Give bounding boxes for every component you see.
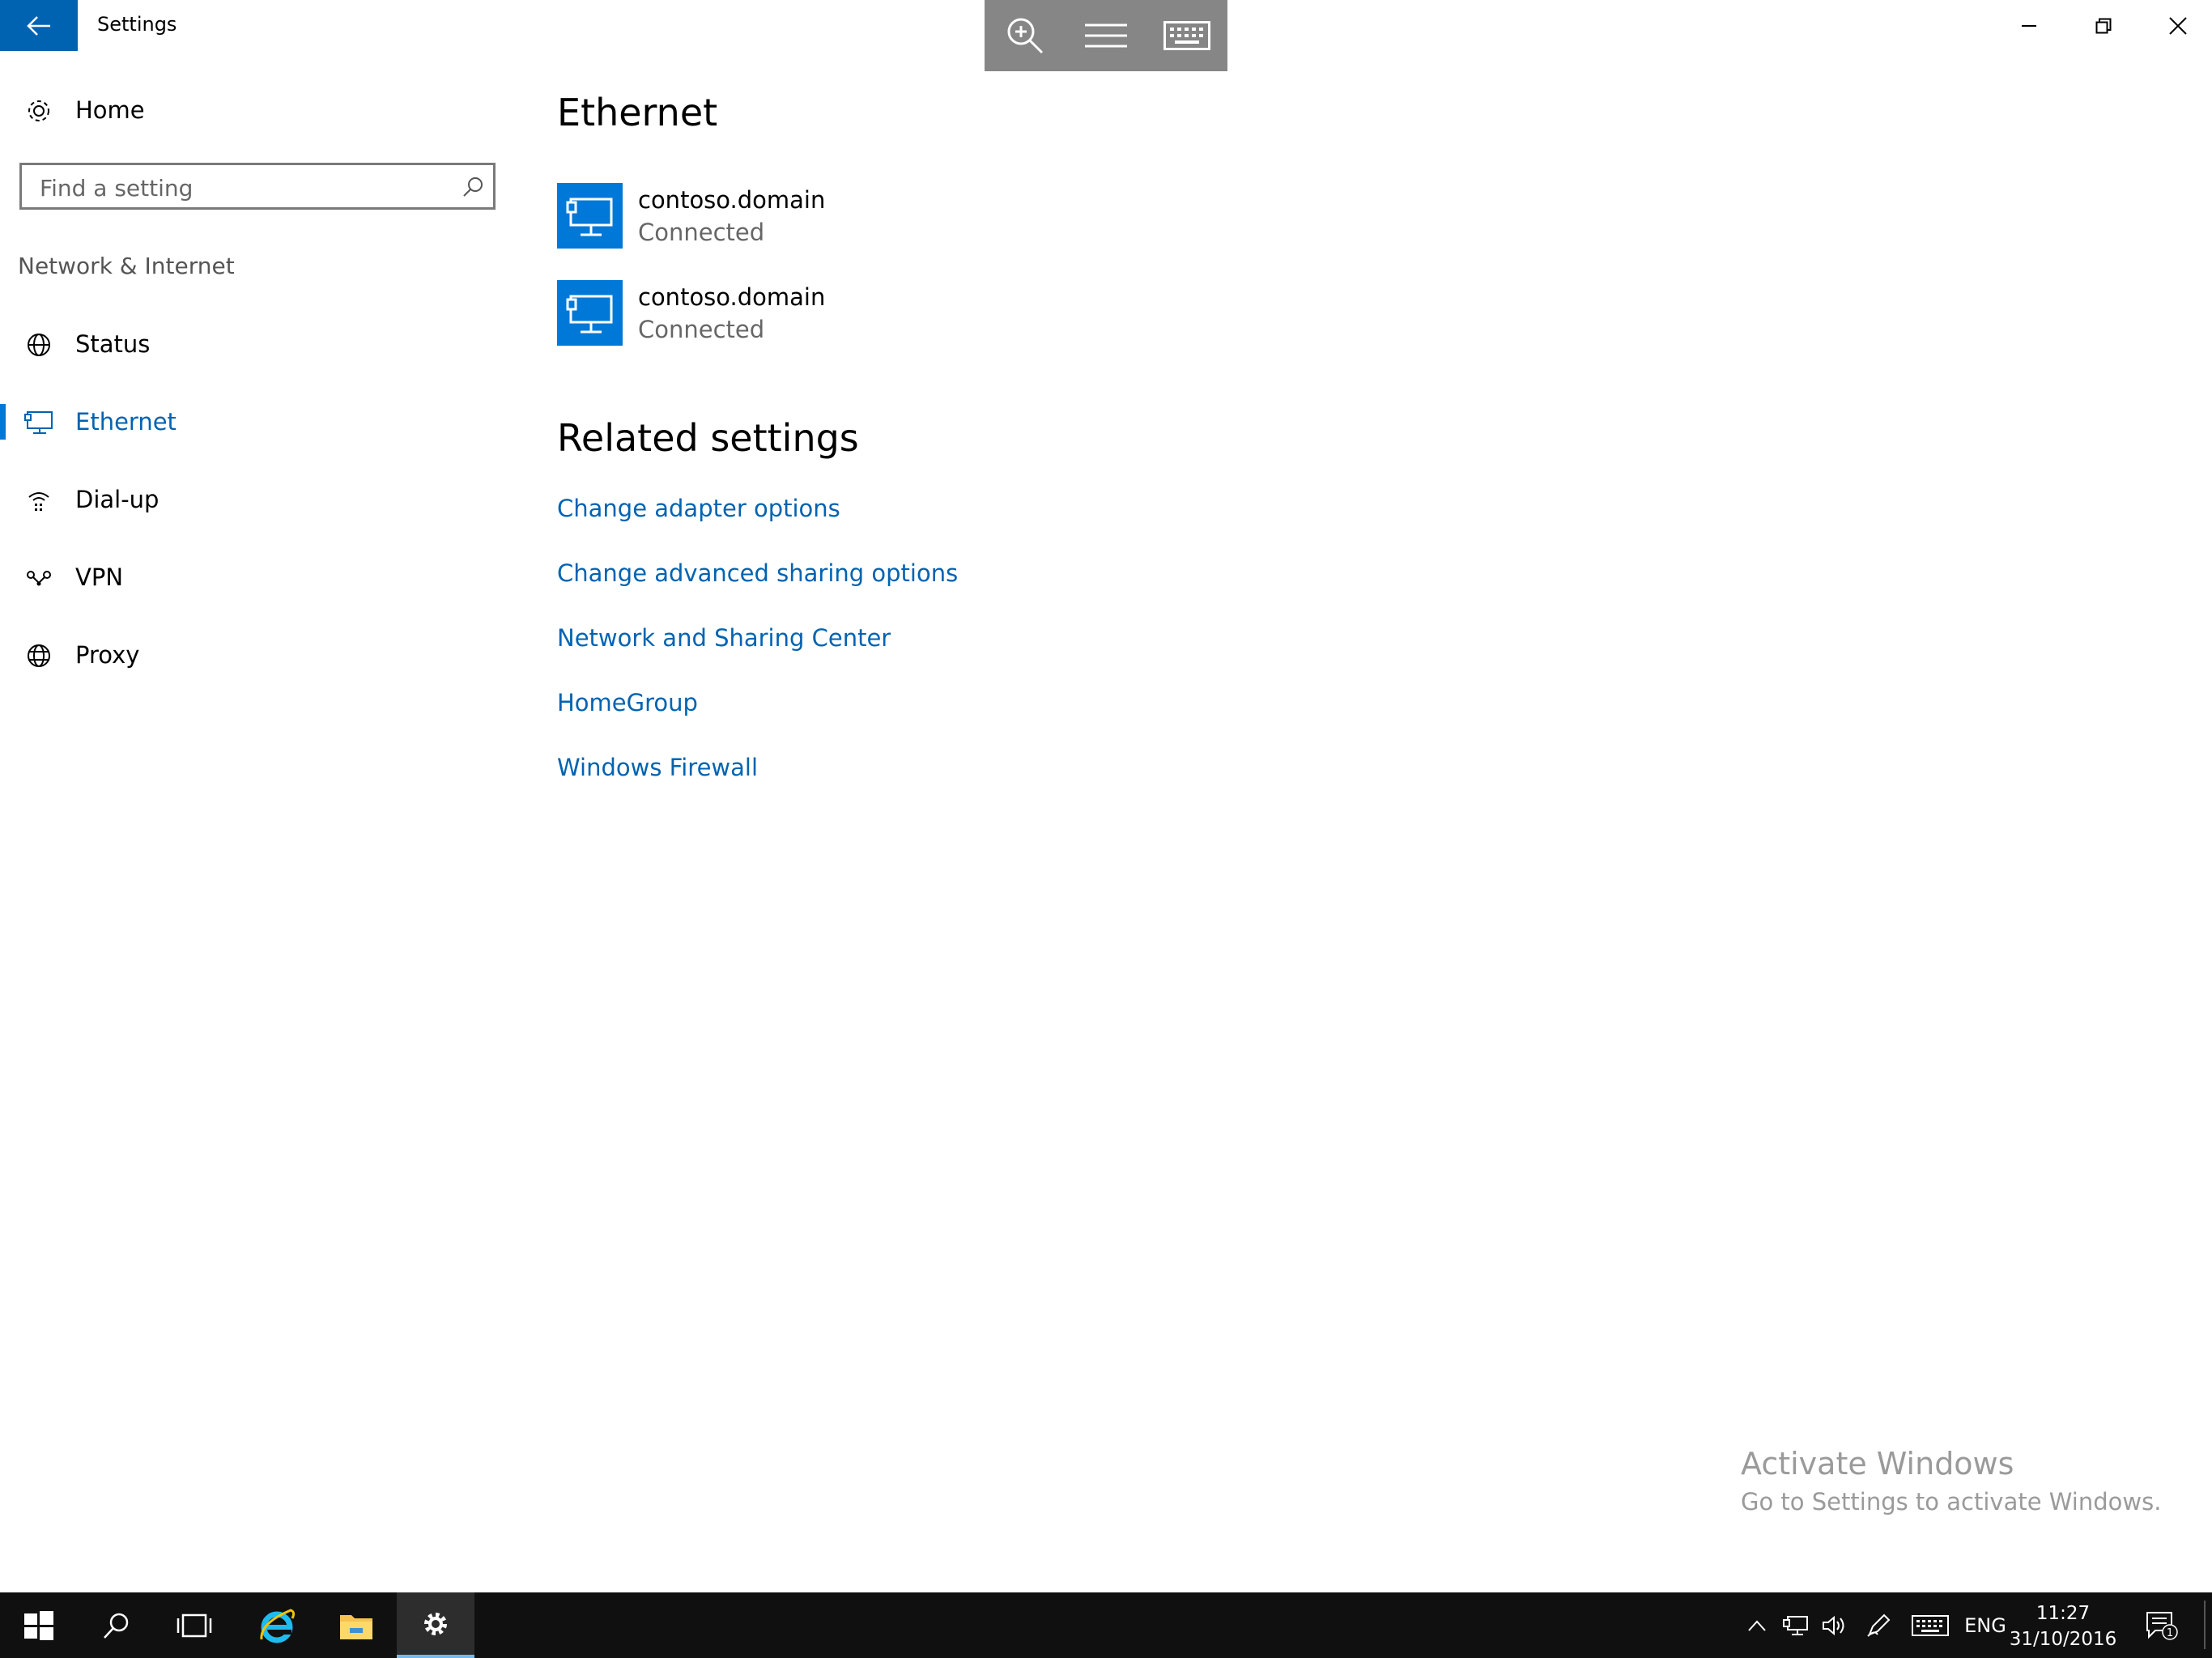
gear-icon [23, 98, 55, 124]
minimize-icon [2022, 24, 2036, 27]
network-adapter-icon [557, 183, 623, 249]
speaker-icon [1823, 1615, 1844, 1635]
sidebar-item-label: Status [75, 330, 151, 358]
sidebar-item-label: VPN [75, 563, 124, 591]
connection-status: Connected [638, 316, 765, 343]
network-adapter-icon [557, 280, 623, 346]
zoom-in-icon [1007, 18, 1044, 54]
gear-icon [424, 1612, 447, 1635]
link-windows-firewall[interactable]: Windows Firewall [557, 754, 758, 781]
floating-toolbar [985, 0, 1227, 71]
link-homegroup[interactable]: HomeGroup [557, 689, 698, 716]
search-icon [104, 1613, 129, 1639]
show-hidden-icons-button[interactable] [1739, 1592, 1775, 1658]
nav-home[interactable]: Home [0, 81, 526, 139]
vpn-icon [23, 565, 55, 591]
input-language-indicator[interactable]: ENG [1959, 1592, 2011, 1658]
clock-date: 31/10/2016 [2009, 1629, 2117, 1650]
close-icon [2169, 16, 2187, 35]
action-center-button[interactable]: 1 [2138, 1592, 2186, 1658]
sidebar-item-ethernet[interactable]: Ethernet [0, 393, 526, 451]
sidebar-item-proxy[interactable]: Proxy [0, 626, 526, 684]
network-tray-button[interactable] [1778, 1592, 1814, 1658]
dialup-icon [23, 487, 55, 513]
taskbar-search-button[interactable] [78, 1592, 155, 1658]
ethernet-icon [23, 410, 55, 436]
hamburger-icon [1085, 23, 1127, 48]
task-view-icon [177, 1613, 212, 1637]
keyboard-button[interactable] [1150, 0, 1224, 71]
app-title: Settings [97, 13, 177, 36]
nav-home-label: Home [75, 96, 145, 124]
show-desktop-button[interactable] [2204, 1601, 2212, 1649]
file-explorer-button[interactable] [317, 1592, 395, 1658]
back-arrow-icon [27, 15, 50, 36]
link-network-sharing-center[interactable]: Network and Sharing Center [557, 624, 891, 652]
minimize-button[interactable] [1992, 0, 2066, 51]
windows-logo-icon [24, 1610, 53, 1640]
restore-icon [2095, 18, 2112, 33]
link-change-adapter-options[interactable]: Change adapter options [557, 495, 840, 522]
globe-icon [23, 643, 55, 669]
page-title: Ethernet [557, 91, 718, 134]
search-input[interactable] [38, 173, 462, 202]
connection-name: contoso.domain [638, 283, 826, 311]
section-label: Network & Internet [18, 253, 235, 279]
sidebar-item-label: Ethernet [75, 408, 177, 436]
notification-count: 1 [2167, 1627, 2173, 1639]
sidebar-item-label: Dial-up [75, 486, 160, 513]
sidebar-item-dialup[interactable]: Dial-up [0, 470, 526, 529]
connection-name: contoso.domain [638, 186, 826, 214]
folder-icon [340, 1614, 372, 1639]
connection-item[interactable]: contoso.domain Connected [557, 183, 1043, 249]
clock-time: 11:27 [2035, 1603, 2091, 1624]
internet-explorer-icon [260, 1608, 296, 1643]
clock[interactable]: 11:27 31/10/2016 [2006, 1601, 2120, 1652]
close-button[interactable] [2141, 0, 2212, 51]
activate-watermark-subtitle: Go to Settings to activate Windows. [1741, 1488, 2162, 1516]
sidebar-item-label: Proxy [75, 641, 140, 669]
restore-button[interactable] [2066, 0, 2141, 51]
globe-status-icon [23, 332, 55, 358]
back-button[interactable] [0, 0, 78, 51]
activate-watermark-title: Activate Windows [1741, 1446, 2014, 1482]
touch-keyboard-button[interactable] [1908, 1592, 1953, 1658]
taskbar: ENG 11:27 31/10/2016 1 [0, 1592, 2212, 1658]
chevron-up-icon [1748, 1620, 1766, 1631]
sidebar-item-status[interactable]: Status [0, 315, 526, 373]
connection-item[interactable]: contoso.domain Connected [557, 280, 1043, 346]
volume-tray-button[interactable] [1817, 1592, 1853, 1658]
search-icon[interactable] [462, 176, 485, 202]
sidebar-item-vpn[interactable]: VPN [0, 548, 526, 606]
search-box[interactable] [19, 163, 496, 210]
link-change-advanced-sharing[interactable]: Change advanced sharing options [557, 559, 958, 587]
selection-indicator [0, 404, 6, 440]
settings-taskbar-button[interactable] [397, 1592, 474, 1658]
internet-explorer-button[interactable] [238, 1592, 316, 1658]
keyboard-icon [1163, 21, 1210, 50]
network-icon [1783, 1615, 1808, 1635]
menu-button[interactable] [1069, 0, 1143, 71]
pen-workspace-button[interactable] [1861, 1592, 1896, 1658]
task-view-button[interactable] [155, 1592, 233, 1658]
start-button[interactable] [0, 1592, 78, 1658]
zoom-button[interactable] [988, 0, 1062, 71]
notification-icon: 1 [2146, 1611, 2178, 1640]
pen-icon [1867, 1613, 1891, 1637]
keyboard-icon [1912, 1614, 1949, 1636]
related-settings-title: Related settings [557, 416, 859, 460]
connection-status: Connected [638, 219, 765, 246]
